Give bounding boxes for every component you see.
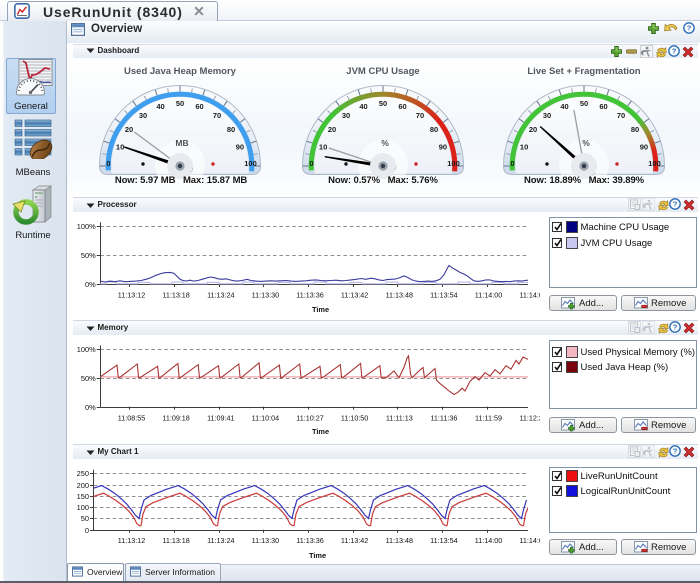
svg-text:50: 50: [81, 514, 89, 523]
svg-text:11:13:54: 11:13:54: [430, 536, 457, 545]
svg-text:200: 200: [77, 481, 89, 490]
svg-text:40: 40: [156, 102, 164, 111]
svg-text:11:10:50: 11:10:50: [341, 414, 368, 423]
svg-text:11:13:18: 11:13:18: [162, 536, 189, 545]
svg-text:30: 30: [139, 111, 147, 120]
svg-text:11:11:13: 11:11:13: [386, 414, 413, 423]
svg-text:20: 20: [328, 125, 336, 134]
svg-text:11:14:06: 11:14:06: [519, 291, 540, 300]
svg-text:11:13:36: 11:13:36: [296, 536, 323, 545]
svg-text:50%: 50%: [81, 374, 96, 383]
svg-text:11:13:24: 11:13:24: [207, 536, 234, 545]
svg-text:11:14:00: 11:14:00: [475, 291, 502, 300]
svg-text:11:13:42: 11:13:42: [341, 291, 368, 300]
svg-text:70: 70: [617, 111, 625, 120]
svg-text:40: 40: [359, 102, 367, 111]
svg-text:%: %: [381, 138, 389, 148]
svg-text:11:10:27: 11:10:27: [296, 414, 323, 423]
svg-text:11:13:36: 11:13:36: [296, 291, 323, 300]
svg-text:150: 150: [77, 492, 89, 501]
svg-text:11:13:48: 11:13:48: [386, 291, 413, 300]
svg-text:50: 50: [580, 99, 588, 108]
svg-text:20: 20: [125, 125, 133, 134]
svg-text:11:10:04: 11:10:04: [252, 414, 279, 423]
svg-text:80: 80: [430, 125, 438, 134]
svg-text:90: 90: [439, 142, 447, 151]
svg-text:80: 80: [631, 125, 639, 134]
svg-text:100: 100: [648, 159, 661, 168]
svg-text:11:14:00: 11:14:00: [475, 536, 502, 545]
svg-text:100: 100: [77, 503, 89, 512]
svg-text:20: 20: [529, 125, 537, 134]
svg-text:0: 0: [106, 159, 110, 168]
svg-text:50: 50: [176, 99, 184, 108]
svg-text:11:12:22: 11:12:22: [519, 414, 540, 423]
svg-text:11:13:12: 11:13:12: [118, 536, 145, 545]
svg-text:100: 100: [447, 159, 460, 168]
svg-text:0: 0: [85, 526, 89, 535]
svg-text:90: 90: [236, 142, 244, 151]
svg-text:100%: 100%: [77, 345, 96, 354]
svg-text:10: 10: [116, 142, 124, 151]
svg-text:11:13:24: 11:13:24: [207, 291, 234, 300]
svg-text:0: 0: [510, 159, 514, 168]
svg-text:11:13:30: 11:13:30: [252, 291, 279, 300]
svg-text:30: 30: [543, 111, 551, 120]
svg-text:11:13:18: 11:13:18: [162, 291, 189, 300]
svg-text:?: ?: [687, 24, 692, 33]
svg-text:10: 10: [319, 142, 327, 151]
svg-text:11:08:55: 11:08:55: [118, 414, 145, 423]
svg-text:?: ?: [672, 47, 677, 56]
svg-text:11:09:18: 11:09:18: [162, 414, 189, 423]
svg-text:?: ?: [673, 199, 678, 208]
svg-text:11:09:41: 11:09:41: [207, 414, 234, 423]
svg-text:60: 60: [599, 102, 607, 111]
svg-text:60: 60: [195, 102, 203, 111]
svg-text:70: 70: [416, 111, 424, 120]
svg-text:80: 80: [227, 125, 235, 134]
svg-text:11:13:42: 11:13:42: [341, 536, 368, 545]
svg-text:250: 250: [77, 469, 89, 478]
svg-text:11:13:12: 11:13:12: [118, 291, 145, 300]
svg-text:?: ?: [673, 446, 678, 455]
svg-text:50%: 50%: [81, 251, 96, 260]
svg-text:11:13:30: 11:13:30: [252, 536, 279, 545]
svg-text:10: 10: [520, 142, 528, 151]
svg-text:%: %: [582, 138, 590, 148]
svg-text:?: ?: [673, 322, 678, 331]
svg-text:0%: 0%: [85, 280, 96, 289]
svg-text:50: 50: [379, 99, 387, 108]
svg-text:11:11:59: 11:11:59: [475, 414, 502, 423]
svg-text:30: 30: [342, 111, 350, 120]
svg-text:70: 70: [213, 111, 221, 120]
svg-text:11:14:06: 11:14:06: [519, 536, 540, 545]
svg-text:0: 0: [309, 159, 313, 168]
svg-text:11:11:36: 11:11:36: [430, 414, 457, 423]
svg-text:11:13:48: 11:13:48: [386, 536, 413, 545]
svg-text:100: 100: [244, 159, 257, 168]
svg-text:40: 40: [560, 102, 568, 111]
svg-text:100%: 100%: [77, 222, 96, 231]
svg-text:0%: 0%: [85, 403, 96, 412]
svg-text:90: 90: [640, 142, 648, 151]
svg-text:MB: MB: [175, 138, 188, 148]
svg-text:11:13:54: 11:13:54: [430, 291, 457, 300]
svg-text:60: 60: [398, 102, 406, 111]
